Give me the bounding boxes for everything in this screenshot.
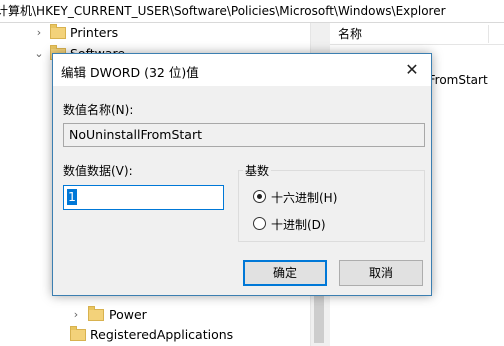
radio-hexadecimal-label: 十六进制(H)	[271, 191, 338, 205]
radio-decimal[interactable]: 十进制(D)	[253, 215, 413, 233]
base-group-label: 基数	[243, 162, 272, 179]
folder-icon	[70, 326, 86, 341]
value-data-text: 1	[67, 189, 77, 205]
tree-item-registeredapplications[interactable]: RegisteredApplications	[0, 325, 310, 345]
folder-icon	[50, 24, 66, 39]
cancel-button[interactable]: 取消	[339, 260, 423, 286]
value-data-label: 数值数据(V):	[63, 164, 133, 178]
dialog-title: 编辑 DWORD (32 位)值	[61, 65, 199, 80]
column-header-label: 名称	[338, 27, 363, 41]
radio-button[interactable]	[253, 217, 266, 230]
chevron-right-icon[interactable]: ›	[34, 23, 44, 43]
dialog-titlebar[interactable]: 编辑 DWORD (32 位)值 ✕	[53, 54, 431, 86]
chevron-down-icon[interactable]: ⌄	[34, 44, 44, 64]
column-header-name[interactable]: 名称	[330, 23, 504, 45]
tree-item-printers[interactable]: › Printers	[0, 23, 310, 43]
value-name-label: 数值名称(N):	[63, 103, 134, 117]
tree-item-label: RegisteredApplications	[90, 327, 234, 342]
tree-item-label: Power	[109, 307, 147, 322]
radio-decimal-label: 十进制(D)	[271, 218, 326, 232]
address-bar[interactable]: 计算机\HKEY_CURRENT_USER\Software\Policies\…	[0, 0, 504, 23]
tree-item-power[interactable]: › Power	[0, 305, 310, 325]
radio-hexadecimal[interactable]: 十六进制(H)	[253, 188, 413, 206]
value-data-input[interactable]	[63, 185, 224, 210]
chevron-right-icon[interactable]: ›	[71, 305, 81, 325]
folder-icon	[88, 306, 104, 321]
ok-button[interactable]: 确定	[243, 260, 327, 286]
radio-button-selected[interactable]	[253, 190, 266, 203]
tree-item-label: Printers	[70, 25, 119, 40]
column-separator[interactable]	[488, 25, 489, 43]
value-name-field: NoUninstallFromStart	[63, 123, 425, 147]
address-path: 计算机\HKEY_CURRENT_USER\Software\Policies\…	[0, 4, 446, 18]
close-icon[interactable]: ✕	[399, 57, 425, 83]
edit-dword-dialog: 编辑 DWORD (32 位)值 ✕ 数值名称(N): NoUninstallF…	[52, 53, 432, 296]
